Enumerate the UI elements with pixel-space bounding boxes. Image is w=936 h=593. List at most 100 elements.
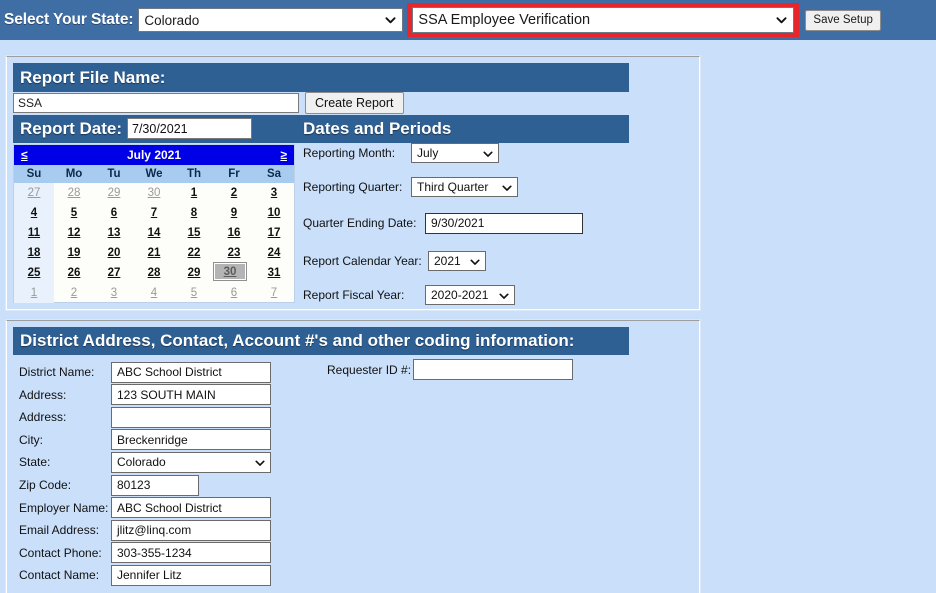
- calendar-day[interactable]: 9: [214, 203, 254, 223]
- state-value: Colorado: [117, 455, 166, 470]
- calendar-day[interactable]: 13: [94, 223, 134, 243]
- calendar-day[interactable]: 25: [14, 263, 54, 283]
- requester-id-input[interactable]: [413, 359, 574, 380]
- email-address-row: Email Address: jlitz@linq.com: [19, 519, 271, 541]
- calendar-day[interactable]: 2: [54, 283, 94, 303]
- chevron-down-icon: [502, 182, 512, 192]
- reporting-quarter-select[interactable]: Third Quarter: [411, 177, 518, 197]
- calendar-day[interactable]: 1: [174, 183, 214, 203]
- calendar-day[interactable]: 16: [214, 223, 254, 243]
- calendar-day[interactable]: 4: [14, 203, 54, 223]
- calendar-day[interactable]: 18: [14, 243, 54, 263]
- report-date-input[interactable]: 7/30/2021: [127, 118, 252, 139]
- calendar-day[interactable]: 8: [174, 203, 214, 223]
- contact-phone-label: Contact Phone:: [19, 545, 102, 560]
- email-address-input[interactable]: jlitz@linq.com: [111, 519, 271, 541]
- calendar-day[interactable]: 21: [134, 243, 174, 263]
- district-name-label: District Name:: [19, 365, 95, 379]
- calendar-day[interactable]: 20: [94, 243, 134, 263]
- quarter-ending-date-input[interactable]: 9/30/2021: [425, 212, 583, 234]
- save-setup-button[interactable]: Save Setup: [805, 9, 881, 31]
- contact-name-label: Contact Name:: [19, 568, 100, 583]
- calendar-day[interactable]: 12: [54, 223, 94, 243]
- calendar-month-title: July 2021: [126, 148, 182, 162]
- calendar-day[interactable]: 7: [254, 283, 294, 303]
- city-input[interactable]: Breckenridge: [111, 429, 271, 451]
- quarter-ending-date-value: 9/30/2021: [431, 216, 485, 230]
- calendar-day[interactable]: 5: [54, 203, 94, 223]
- calendar-day[interactable]: 2: [214, 183, 254, 203]
- module-select[interactable]: SSA Employee Verification: [412, 7, 795, 33]
- calendar-day[interactable]: 6: [94, 203, 134, 223]
- contact-name-input[interactable]: Jennifer Litz: [111, 564, 271, 586]
- calendar-weekday-header: Su Mo Tu We Th Fr Sa: [14, 165, 294, 183]
- calendar-day[interactable]: 30: [134, 183, 174, 203]
- report-file-name-header-label: Report File Name:: [20, 67, 166, 87]
- district-name-input[interactable]: ABC School District: [111, 361, 271, 383]
- chevron-down-icon: [255, 457, 265, 467]
- calendar-day[interactable]: 3: [254, 183, 294, 203]
- calendar-day[interactable]: 28: [134, 263, 174, 283]
- calendar-dow-su: Su: [26, 168, 42, 180]
- calendar-day[interactable]: 7: [134, 203, 174, 223]
- calendar-day[interactable]: 1: [14, 283, 54, 303]
- calendar-day[interactable]: 23: [214, 243, 254, 263]
- state-select[interactable]: Colorado: [138, 8, 404, 32]
- report-date-value: 7/30/2021: [132, 121, 188, 136]
- calendar-day[interactable]: 29: [174, 263, 214, 283]
- calendar-day[interactable]: 19: [54, 243, 94, 263]
- calendar-day[interactable]: 17: [254, 223, 294, 243]
- date-picker-calendar[interactable]: ≤ July 2021 ≥ Su Mo Tu We Th Fr Sa 27 28 29 30 1 2 3…: [13, 144, 295, 303]
- calendar-day[interactable]: 5: [174, 283, 214, 303]
- calendar-prev-month-button[interactable]: ≤: [14, 148, 35, 162]
- calendar-dow-we: We: [145, 168, 163, 180]
- chevron-down-icon: [483, 148, 493, 158]
- reporting-month-select[interactable]: July: [411, 143, 499, 163]
- calendar-day[interactable]: 14: [134, 223, 174, 243]
- address-input[interactable]: 123 SOUTH MAIN: [111, 384, 271, 406]
- employer-name-input[interactable]: ABC School District: [111, 497, 271, 519]
- calendar-day[interactable]: 22: [174, 243, 214, 263]
- calendar-day[interactable]: 24: [254, 243, 294, 263]
- chevron-down-icon: [385, 15, 396, 26]
- calendar-day[interactable]: 27: [94, 263, 134, 283]
- calendar-day[interactable]: 6: [214, 283, 254, 303]
- calendar-day-grid[interactable]: 27 28 29 30 1 2 3 4 5 6 7 8 9 10 11 12 13 14 15 16 17 18 19 20 2…: [14, 183, 294, 303]
- address-input[interactable]: [111, 406, 271, 428]
- employer-name-label: Employer Name:: [19, 500, 109, 515]
- create-report-button[interactable]: Create Report: [305, 92, 404, 114]
- state-select[interactable]: Colorado: [111, 451, 271, 473]
- zip-code-input[interactable]: 80123: [111, 474, 199, 496]
- report-file-name-value: SSA: [18, 96, 43, 110]
- calendar-day[interactable]: 27: [14, 183, 54, 203]
- calendar-day[interactable]: 31: [254, 263, 294, 283]
- calendar-day[interactable]: 11: [14, 223, 54, 243]
- contact-name-row: Contact Name: Jennifer Litz: [19, 564, 271, 586]
- contact-phone-input[interactable]: 303-355-1234: [111, 542, 271, 564]
- calendar-day[interactable]: 28: [54, 183, 94, 203]
- calendar-day[interactable]: 26: [54, 263, 94, 283]
- address-value: 123 SOUTH MAIN: [117, 387, 216, 402]
- calendar-dow-sa: Sa: [266, 168, 282, 180]
- report-calendar-year-select[interactable]: 2021: [428, 251, 486, 271]
- report-file-name-input[interactable]: SSA: [13, 93, 299, 113]
- calendar-day[interactable]: 15: [174, 223, 214, 243]
- calendar-day[interactable]: 3: [94, 283, 134, 303]
- zip-code-row: Zip Code: 80123: [19, 474, 199, 496]
- report-fiscal-year-select[interactable]: 2020-2021: [425, 285, 515, 305]
- contact-name-value: Jennifer Litz: [117, 568, 182, 583]
- select-state-label: Select Your State:: [4, 11, 134, 28]
- calendar-day[interactable]: 10: [254, 203, 294, 223]
- calendar-next-month-button[interactable]: ≥: [273, 148, 294, 162]
- calendar-header: ≤ July 2021 ≥: [14, 145, 294, 165]
- district-name-value: ABC School District: [117, 365, 222, 379]
- calendar-day[interactable]: 4: [134, 283, 174, 303]
- chevron-down-icon: [470, 256, 480, 266]
- calendar-day-selected[interactable]: 30: [214, 263, 246, 280]
- module-select-highlight: SSA Employee Verification: [407, 3, 800, 37]
- address-label: Address:: [19, 387, 67, 402]
- calendar-day[interactable]: 29: [94, 183, 134, 203]
- email-address-value: jlitz@linq.com: [117, 523, 192, 538]
- district-info-panel: District Address, Contact, Account #'s a…: [6, 320, 700, 593]
- chevron-down-icon: [776, 15, 787, 26]
